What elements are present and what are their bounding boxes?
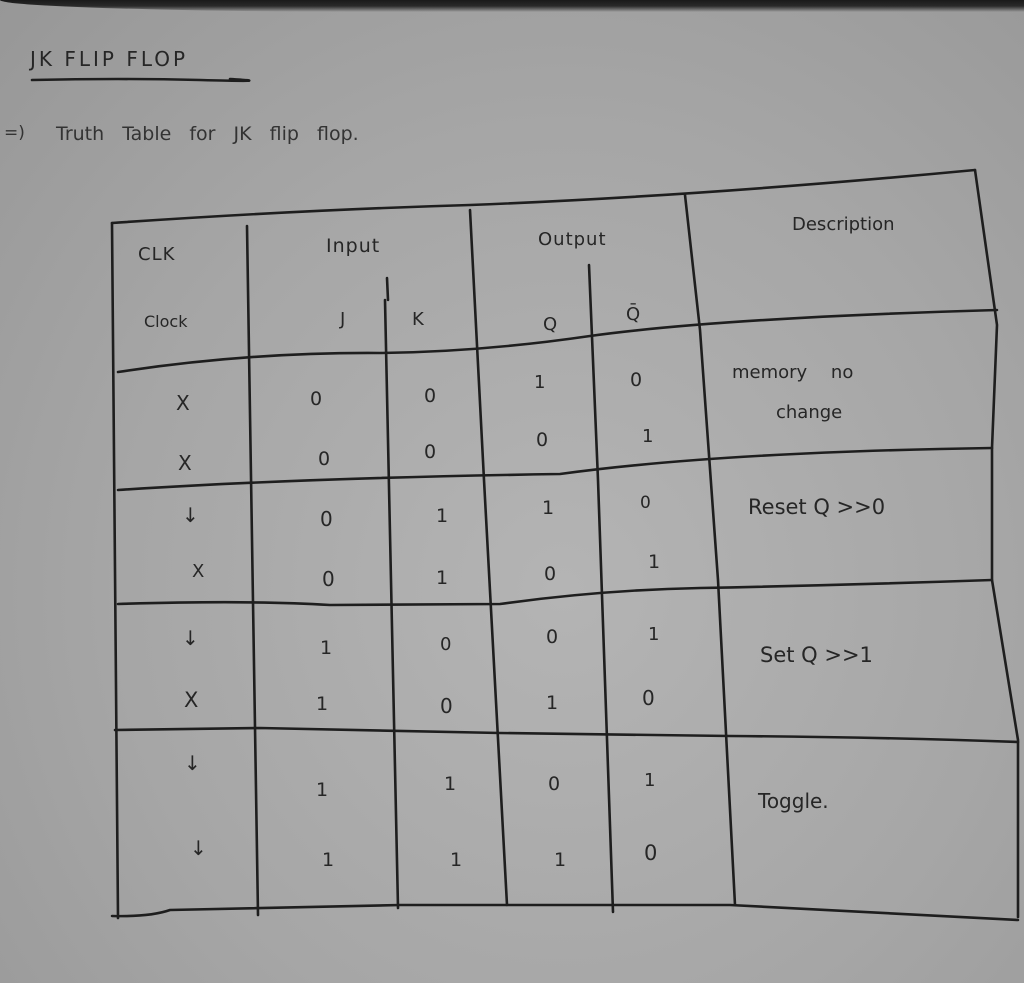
header-q-bar: Q̄ xyxy=(626,303,640,325)
col-divider-clk xyxy=(245,224,260,917)
cell-q-bar: 0 xyxy=(642,686,655,710)
cell-q-bar: 0 xyxy=(644,841,657,865)
cell-q: 1 xyxy=(542,497,554,519)
cell-j: 0 xyxy=(310,388,322,410)
cell-k: 1 xyxy=(450,849,462,871)
table-row: X 0 0 1 0 xyxy=(176,369,642,415)
cell-q-bar: 1 xyxy=(642,426,653,447)
heading-underline xyxy=(30,77,251,83)
cell-j: 1 xyxy=(320,637,332,659)
header-q: Q xyxy=(543,314,557,335)
cell-q: 1 xyxy=(546,692,558,714)
subheading-bullet: =) xyxy=(4,123,25,143)
cell-j: 0 xyxy=(318,448,330,470)
cell-clk: X xyxy=(192,561,204,582)
cell-clk: ↓ xyxy=(182,503,199,527)
cell-clk: ↓ xyxy=(190,836,207,860)
group-divider-3 xyxy=(113,726,1020,744)
table-row: ↓ 1 1 1 0 xyxy=(190,836,657,871)
table-right-border xyxy=(973,168,1020,919)
notebook-page: JK FLIP FLOP =) Truth Table for JK flip … xyxy=(0,0,1024,983)
cell-q-bar: 0 xyxy=(640,493,651,513)
cell-q: 0 xyxy=(548,773,560,795)
cell-q: 0 xyxy=(536,429,548,451)
header-output: Output xyxy=(538,229,607,250)
col-divider-desc xyxy=(683,193,737,907)
group-divider-1 xyxy=(116,446,994,492)
description-memory-line2: change xyxy=(776,402,842,423)
cell-k: 0 xyxy=(424,441,436,463)
cell-k: 0 xyxy=(440,634,451,655)
cell-clk: ↓ xyxy=(184,751,201,775)
table-body: X 0 0 1 0 X 0 0 0 1 ↓ 0 1 1 0 X 0 1 0 1 … xyxy=(176,369,660,871)
header-j: J xyxy=(339,309,345,330)
col-divider-jk xyxy=(383,276,400,910)
header-clk: CLK xyxy=(138,244,176,265)
header-k: K xyxy=(412,309,425,330)
cell-k: 1 xyxy=(436,505,448,527)
cell-q: 0 xyxy=(544,563,556,585)
cell-clk: X xyxy=(184,688,198,712)
cell-j: 1 xyxy=(322,849,334,871)
table-left-border xyxy=(110,221,120,920)
cell-clk: X xyxy=(178,451,192,475)
cell-q-bar: 1 xyxy=(648,624,659,645)
cell-k: 1 xyxy=(436,567,448,589)
header-input: Input xyxy=(326,235,380,257)
description-set: Set Q >>1 xyxy=(760,643,873,667)
cell-q: 1 xyxy=(554,849,566,871)
cell-q-bar: 0 xyxy=(630,369,642,391)
cell-j: 1 xyxy=(316,693,328,715)
description-memory-line1: memory no xyxy=(732,362,853,383)
heading-title: JK FLIP FLOP xyxy=(28,47,188,71)
description-reset: Reset Q >>0 xyxy=(748,495,885,519)
cell-q: 1 xyxy=(534,372,545,393)
cell-q-bar: 1 xyxy=(644,770,655,791)
col-divider-io xyxy=(468,208,509,907)
description-toggle: Toggle. xyxy=(757,789,829,813)
cell-j: 1 xyxy=(316,779,328,801)
header-clock: Clock xyxy=(144,312,188,331)
cell-j: 0 xyxy=(322,567,335,591)
cell-clk: X xyxy=(176,391,190,415)
cell-k: 0 xyxy=(424,385,436,407)
subheading-text: Truth Table for JK flip flop. xyxy=(55,123,359,145)
cell-q: 0 xyxy=(546,626,558,648)
handwritten-notes: JK FLIP FLOP =) Truth Table for JK flip … xyxy=(4,47,1020,922)
cell-k: 0 xyxy=(440,694,453,718)
truth-table-grid xyxy=(110,168,1020,922)
table-row: X 0 1 0 1 xyxy=(192,551,660,591)
header-description: Description xyxy=(792,214,895,235)
cell-j: 0 xyxy=(320,507,333,531)
cell-q-bar: 1 xyxy=(648,551,660,573)
table-bottom-border xyxy=(110,903,1020,922)
cell-k: 1 xyxy=(444,773,456,795)
col-divider-qqbar xyxy=(587,263,615,914)
cell-clk: ↓ xyxy=(182,626,199,650)
